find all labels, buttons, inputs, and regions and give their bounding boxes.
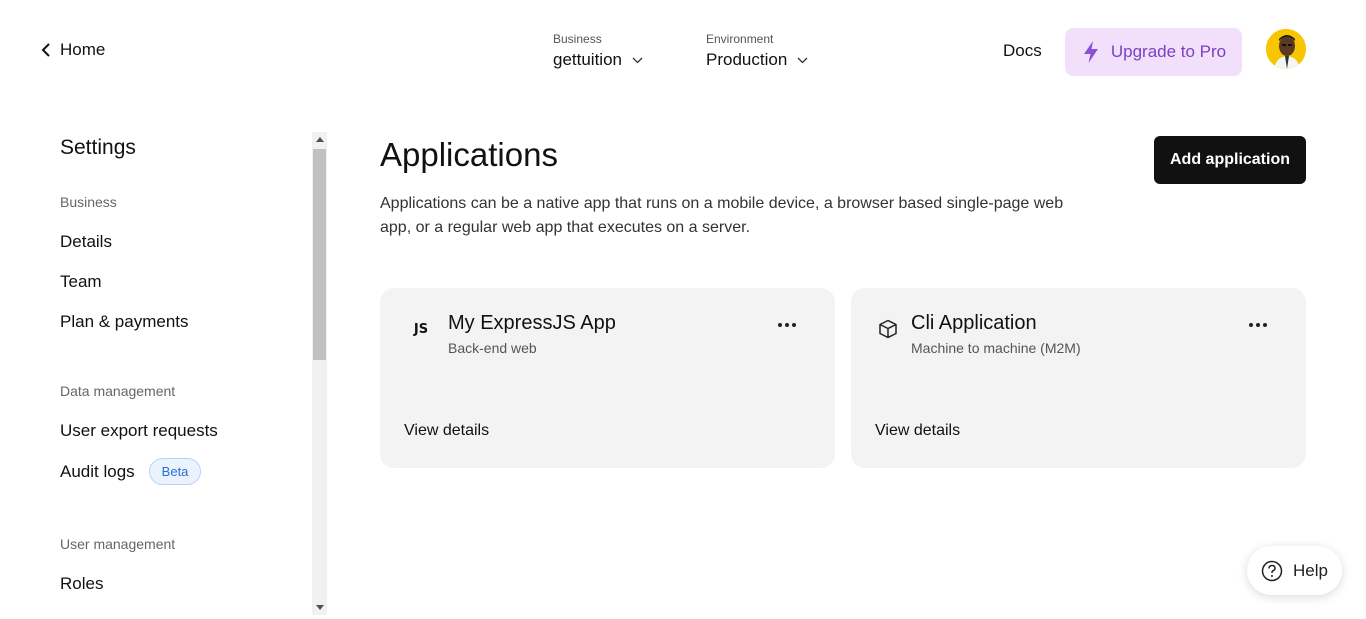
help-label: Help xyxy=(1293,560,1328,580)
scroll-up-arrow[interactable] xyxy=(312,132,327,147)
back-home-label: Home xyxy=(60,40,106,59)
environment-selector[interactable]: Environment Production xyxy=(706,32,808,70)
sidebar-title: Settings xyxy=(60,136,136,159)
business-selector-label: Business xyxy=(553,32,602,46)
more-options-icon[interactable] xyxy=(772,318,802,332)
beta-badge: Beta xyxy=(148,458,202,485)
lightning-icon xyxy=(1083,41,1098,63)
js-icon-text: JS xyxy=(413,321,429,337)
add-application-button[interactable]: Add application xyxy=(1154,136,1306,184)
sidebar-scrollbar[interactable] xyxy=(312,132,327,615)
business-selector[interactable]: Business gettuition xyxy=(553,32,643,70)
app-card-cli[interactable]: Cli Application Machine to machine (M2M)… xyxy=(851,288,1306,468)
upgrade-to-pro-button[interactable]: Upgrade to Pro xyxy=(1065,28,1242,76)
cube-icon xyxy=(877,318,899,340)
app-type: Machine to machine (M2M) xyxy=(911,340,1081,356)
environment-selector-label: Environment xyxy=(706,32,774,46)
section-label-user-management: User management xyxy=(60,536,176,552)
environment-selector-value: Production xyxy=(706,50,788,69)
page-description: Applications can be a native app that ru… xyxy=(380,195,1064,236)
sidebar-item-roles[interactable]: Roles xyxy=(60,574,103,594)
chevron-down-icon xyxy=(632,57,643,63)
sidebar-item-details[interactable]: Details xyxy=(60,232,112,252)
scroll-down-arrow[interactable] xyxy=(312,600,327,615)
sidebar-item-user-export-requests[interactable]: User export requests xyxy=(60,421,218,441)
more-options-icon[interactable] xyxy=(1243,318,1273,332)
chevron-left-icon xyxy=(41,43,50,57)
business-selector-value: gettuition xyxy=(553,50,622,69)
upgrade-label: Upgrade to Pro xyxy=(1110,42,1227,61)
sidebar-item-plan-payments[interactable]: Plan & payments xyxy=(60,312,189,332)
view-details-link[interactable]: View details xyxy=(875,422,960,440)
app-type: Back-end web xyxy=(448,340,537,356)
view-details-link[interactable]: View details xyxy=(404,422,489,440)
scrollbar-thumb[interactable] xyxy=(313,149,326,360)
question-circle-icon xyxy=(1261,560,1283,581)
chevron-down-icon xyxy=(797,57,808,63)
audit-logs-label: Audit logs xyxy=(60,461,135,481)
app-name: My ExpressJS App xyxy=(448,312,616,334)
sidebar-item-audit-logs[interactable]: Audit logs Beta xyxy=(60,458,202,485)
section-label-business: Business xyxy=(60,194,117,210)
help-button[interactable]: Help xyxy=(1247,546,1342,595)
settings-sidebar: Settings Business Details Team Plan & pa… xyxy=(0,132,312,619)
sidebar-item-team[interactable]: Team xyxy=(60,272,102,292)
back-home-link[interactable]: Home xyxy=(40,40,105,60)
avatar-image xyxy=(1266,29,1306,69)
page-title: Applications xyxy=(380,136,558,173)
app-card-expressjs[interactable]: JS My ExpressJS App Back-end web View de… xyxy=(380,288,835,468)
js-icon: JS xyxy=(410,318,432,340)
user-avatar[interactable] xyxy=(1266,29,1306,69)
docs-link[interactable]: Docs xyxy=(1003,41,1042,61)
section-label-data-management: Data management xyxy=(60,383,176,399)
app-name: Cli Application xyxy=(911,312,1037,334)
